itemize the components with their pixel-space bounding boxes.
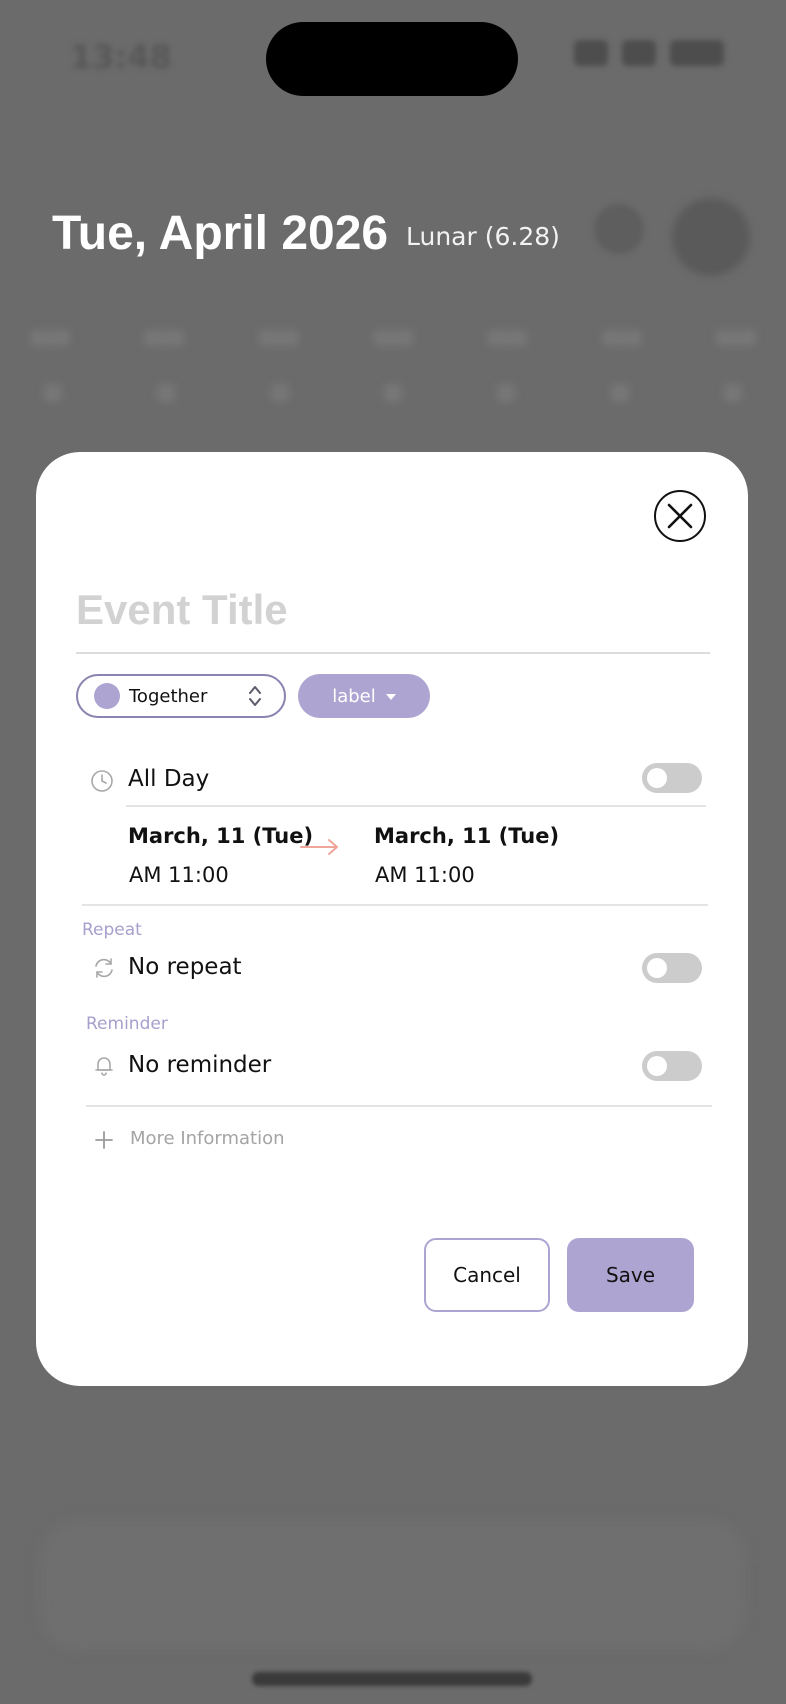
dynamic-island bbox=[266, 22, 518, 96]
reminder-section-label: Reminder bbox=[86, 1014, 168, 1034]
more-information-link[interactable]: More Information bbox=[130, 1128, 285, 1149]
reminder-value[interactable]: No reminder bbox=[128, 1052, 271, 1078]
status-icons bbox=[574, 40, 724, 66]
page-title: Tue, April 2026 bbox=[52, 207, 389, 260]
title-divider bbox=[76, 652, 710, 654]
repeat-icon bbox=[95, 958, 113, 978]
label-dropdown-button[interactable]: label bbox=[298, 674, 430, 718]
arrow-right-icon bbox=[300, 839, 338, 855]
all-day-label: All Day bbox=[128, 766, 210, 792]
header-action-icon bbox=[594, 204, 644, 254]
start-date[interactable]: March, 11 (Tue) bbox=[128, 824, 313, 848]
repeat-section-label: Repeat bbox=[82, 920, 142, 940]
caret-down-icon bbox=[385, 694, 396, 700]
chevron-up-down-icon bbox=[249, 686, 261, 706]
calendar-select[interactable]: Together bbox=[76, 674, 286, 718]
avatar bbox=[672, 198, 750, 276]
reminder-divider bbox=[86, 1105, 712, 1107]
lunar-date: Lunar (6.28) bbox=[406, 222, 560, 251]
week-days bbox=[44, 384, 742, 402]
end-time[interactable]: AM 11:00 bbox=[375, 863, 475, 887]
reminder-toggle[interactable] bbox=[642, 1051, 702, 1081]
save-button[interactable]: Save bbox=[567, 1238, 694, 1312]
date-divider bbox=[82, 904, 708, 906]
status-bar: 13:48 bbox=[0, 0, 786, 120]
signal-icon bbox=[574, 40, 608, 66]
all-day-divider bbox=[126, 805, 706, 807]
cancel-button[interactable]: Cancel bbox=[424, 1238, 550, 1312]
calendar-color-dot bbox=[94, 683, 120, 709]
event-title-input[interactable] bbox=[76, 582, 710, 638]
wifi-icon bbox=[622, 40, 656, 66]
close-button[interactable] bbox=[654, 490, 706, 542]
bottom-bar bbox=[40, 1520, 746, 1650]
plus-icon[interactable] bbox=[94, 1130, 114, 1150]
label-text: label bbox=[332, 685, 376, 707]
calendar-name: Together bbox=[129, 685, 208, 707]
repeat-value[interactable]: No repeat bbox=[128, 954, 242, 980]
end-date[interactable]: March, 11 (Tue) bbox=[374, 824, 559, 848]
weekday-header bbox=[30, 330, 756, 346]
all-day-toggle[interactable] bbox=[642, 763, 702, 793]
home-indicator bbox=[252, 1672, 532, 1686]
clock-icon bbox=[91, 770, 113, 792]
battery-icon bbox=[670, 40, 724, 66]
bell-icon bbox=[95, 1057, 113, 1076]
status-time: 13:48 bbox=[70, 38, 172, 76]
repeat-toggle[interactable] bbox=[642, 953, 702, 983]
start-time[interactable]: AM 11:00 bbox=[129, 863, 229, 887]
close-icon bbox=[667, 503, 693, 529]
event-modal: Together label All Day March, 11 (Tue) A… bbox=[36, 452, 748, 1386]
